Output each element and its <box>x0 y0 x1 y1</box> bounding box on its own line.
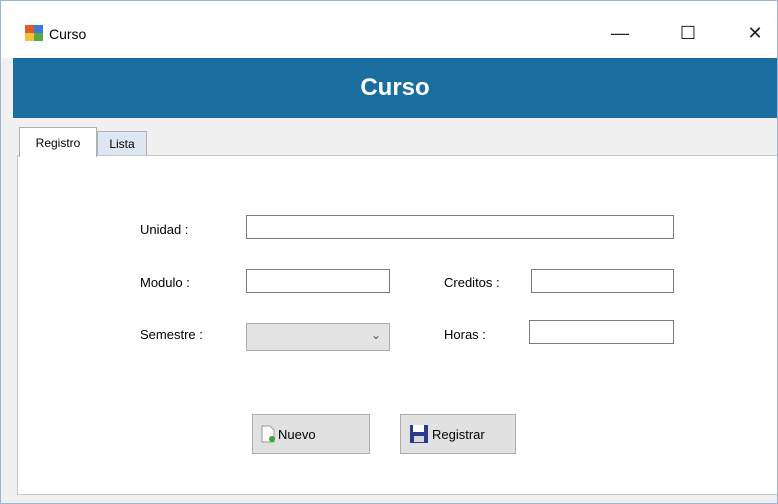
unidad-label: Unidad : <box>140 222 189 237</box>
modulo-input[interactable] <box>246 269 390 293</box>
semestre-select[interactable]: ⌄ <box>246 323 390 351</box>
unidad-input[interactable] <box>246 215 674 239</box>
new-document-icon <box>261 425 275 443</box>
nuevo-label: Nuevo <box>278 426 316 442</box>
horas-input[interactable] <box>529 320 674 344</box>
modulo-label: Modulo : <box>140 275 190 290</box>
tab-panel-registro: Unidad : Modulo : Creditos : Semestre : … <box>17 155 777 495</box>
registrar-button[interactable]: Registrar <box>400 414 516 454</box>
nuevo-button[interactable]: Nuevo <box>252 414 370 454</box>
floppy-disk-icon <box>410 425 428 443</box>
title-bar: Curso — ☐ ✕ <box>1 1 777 58</box>
minimize-button[interactable]: — <box>597 15 643 51</box>
form-app-icon <box>25 25 43 41</box>
creditos-input[interactable] <box>531 269 674 293</box>
window-title: Curso <box>49 26 87 42</box>
semestre-label: Semestre : <box>140 327 203 342</box>
registrar-label: Registrar <box>432 426 485 442</box>
maximize-button[interactable]: ☐ <box>665 15 711 51</box>
creditos-label: Creditos : <box>444 275 500 290</box>
header-banner: Curso <box>13 58 777 118</box>
tab-registro[interactable]: Registro <box>19 127 97 157</box>
horas-label: Horas : <box>444 327 486 342</box>
close-button[interactable]: ✕ <box>732 15 777 51</box>
app-window: Curso — ☐ ✕ Curso Registro Lista Unidad … <box>0 0 778 504</box>
tab-lista[interactable]: Lista <box>97 131 147 156</box>
chevron-down-icon: ⌄ <box>370 328 381 342</box>
